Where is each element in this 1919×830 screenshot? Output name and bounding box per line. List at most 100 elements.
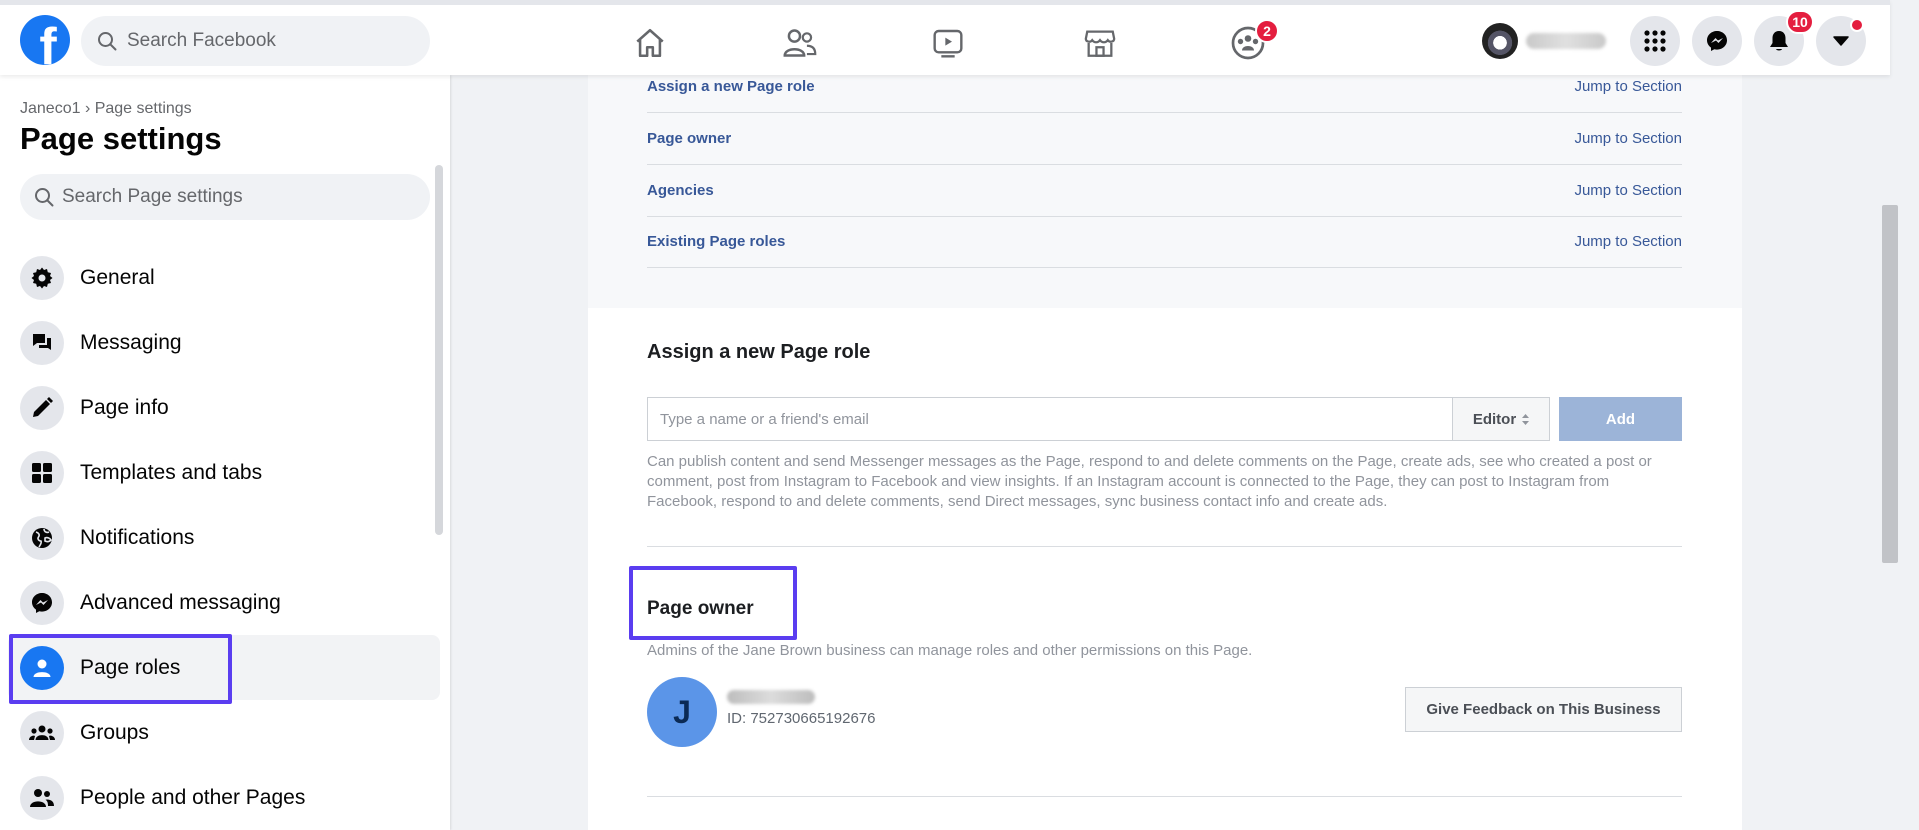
sidebar-item-general[interactable]: General xyxy=(8,245,440,310)
account-alert-dot xyxy=(1850,18,1864,32)
profile-button[interactable] xyxy=(1478,19,1618,63)
give-feedback-button[interactable]: Give Feedback on This Business xyxy=(1405,687,1682,732)
section-divider xyxy=(647,796,1682,797)
role-select-value: Editor xyxy=(1472,410,1517,428)
facebook-search-box[interactable] xyxy=(81,16,430,66)
sidebar-item-advanced-messaging[interactable]: Advanced messaging xyxy=(8,570,440,635)
marketplace-nav-button[interactable] xyxy=(1050,13,1150,73)
marketplace-icon xyxy=(1084,30,1116,57)
search-icon xyxy=(35,188,54,207)
add-role-button[interactable]: Add xyxy=(1559,397,1682,441)
pencil-icon xyxy=(33,396,53,417)
role-description: Can publish content and send Messenger m… xyxy=(647,453,1652,510)
owner-avatar[interactable]: J xyxy=(647,677,717,747)
groups-nav-button[interactable]: 2 xyxy=(1198,13,1298,73)
avatar xyxy=(1482,23,1518,59)
sort-arrows-icon xyxy=(1522,413,1530,425)
people-icon-wrap xyxy=(20,775,64,820)
page-owner-title: Page owner xyxy=(647,598,754,619)
menu-button[interactable] xyxy=(1630,16,1680,66)
jump-row-existing-roles[interactable]: Existing Page roles Jump to Section xyxy=(647,216,1682,268)
gear-icon xyxy=(31,267,53,288)
sidebar-item-label: General xyxy=(80,265,155,289)
caret-down-icon xyxy=(1833,36,1849,46)
messenger-icon-wrap xyxy=(20,580,64,625)
sidebar-item-label: Templates and tabs xyxy=(80,460,263,484)
jump-row-name[interactable]: Page owner xyxy=(647,130,731,147)
groups-icon-wrap xyxy=(20,710,64,755)
section-divider xyxy=(647,546,1682,547)
owner-id: ID: 752730665192676 xyxy=(727,710,876,727)
sidebar-item-templates-and-tabs[interactable]: Templates and tabs xyxy=(8,440,440,505)
people-icon xyxy=(30,788,54,807)
person-icon xyxy=(33,659,51,677)
facebook-logo[interactable]: f xyxy=(20,15,70,65)
notifications-badge: 10 xyxy=(1786,10,1814,34)
watch-nav-button[interactable] xyxy=(898,13,998,73)
home-nav-button[interactable] xyxy=(600,13,700,73)
bell-icon xyxy=(1770,31,1788,51)
video-icon xyxy=(933,29,963,58)
sidebar-item-label: Groups xyxy=(80,720,149,744)
role-select[interactable]: Editor xyxy=(1452,397,1550,441)
assign-role-input[interactable] xyxy=(647,397,1452,441)
profile-name-blurred xyxy=(1526,33,1606,49)
messenger-icon xyxy=(1707,31,1727,51)
home-icon xyxy=(636,28,664,58)
apps-grid-icon xyxy=(1644,30,1666,52)
main-scrollbar-thumb[interactable] xyxy=(1882,205,1898,563)
friends-icon xyxy=(783,29,817,57)
page-roles-card xyxy=(588,308,1742,830)
jump-row-page-owner[interactable]: Page owner Jump to Section xyxy=(647,113,1682,165)
globe-icon xyxy=(32,527,52,548)
gear-icon-wrap xyxy=(20,255,64,300)
assign-role-title: Assign a new Page role xyxy=(647,341,871,363)
sidebar-item-page-info[interactable]: Page info xyxy=(8,375,440,440)
sidebar-item-page-roles[interactable]: Page roles xyxy=(8,635,440,700)
friends-nav-button[interactable] xyxy=(750,13,850,73)
grid-icon-wrap xyxy=(20,450,64,495)
account-button[interactable] xyxy=(1816,16,1866,66)
jump-to-section-link[interactable]: Jump to Section xyxy=(1574,130,1682,147)
sidebar-item-label: Advanced messaging xyxy=(80,590,281,614)
sidebar-item-groups[interactable]: Groups xyxy=(8,700,440,765)
sidebar-item-messaging[interactable]: Messaging xyxy=(8,310,440,375)
person-icon-wrap xyxy=(20,645,64,690)
groups-icon xyxy=(29,725,55,740)
chat-icon xyxy=(33,333,51,350)
search-icon xyxy=(98,32,117,51)
messenger-icon xyxy=(32,592,52,613)
messenger-button[interactable] xyxy=(1692,16,1742,66)
sidebar-item-label: Notifications xyxy=(80,525,195,549)
jump-row-name[interactable]: Agencies xyxy=(647,182,714,199)
page-settings-search-box[interactable] xyxy=(20,174,430,220)
sidebar-item-label: Messaging xyxy=(80,330,182,354)
chat-icon-wrap xyxy=(20,320,64,365)
page-owner-description: Admins of the Jane Brown business can ma… xyxy=(647,642,1253,659)
groups-badge: 2 xyxy=(1255,19,1279,43)
jump-to-section-link[interactable]: Jump to Section xyxy=(1574,78,1682,95)
page-settings-search-input[interactable] xyxy=(62,186,402,208)
pencil-icon-wrap xyxy=(20,385,64,430)
top-navigation-bar: f 2 10 xyxy=(0,0,1890,75)
facebook-search-input[interactable] xyxy=(127,30,397,52)
jump-row-name[interactable]: Existing Page roles xyxy=(647,233,785,250)
sidebar-item-label: Page info xyxy=(80,395,169,419)
notifications-button[interactable]: 10 xyxy=(1754,10,1814,66)
sidebar-item-people-and-other-pages[interactable]: People and other Pages xyxy=(8,765,440,830)
owner-name-blurred[interactable] xyxy=(727,690,815,704)
breadcrumb[interactable]: Janeco1 › Page settings xyxy=(20,100,192,118)
jump-to-section-link[interactable]: Jump to Section xyxy=(1574,182,1682,199)
settings-sidebar: Janeco1 › Page settings Page settings Ge… xyxy=(0,75,450,830)
settings-menu: General Messaging Page info Templates an… xyxy=(8,245,440,830)
sidebar-item-label: People and other Pages xyxy=(80,785,306,809)
jump-row-agencies[interactable]: Agencies Jump to Section xyxy=(647,165,1682,217)
jump-row-name[interactable]: Assign a new Page role xyxy=(647,78,815,95)
account-controls: 10 xyxy=(1478,10,1866,66)
sidebar-item-label: Page roles xyxy=(80,655,181,679)
page-title: Page settings xyxy=(20,121,222,156)
sidebar-item-notifications[interactable]: Notifications xyxy=(8,505,440,570)
grid-icon xyxy=(32,462,52,483)
globe-icon-wrap xyxy=(20,515,64,560)
jump-to-section-link[interactable]: Jump to Section xyxy=(1574,233,1682,250)
